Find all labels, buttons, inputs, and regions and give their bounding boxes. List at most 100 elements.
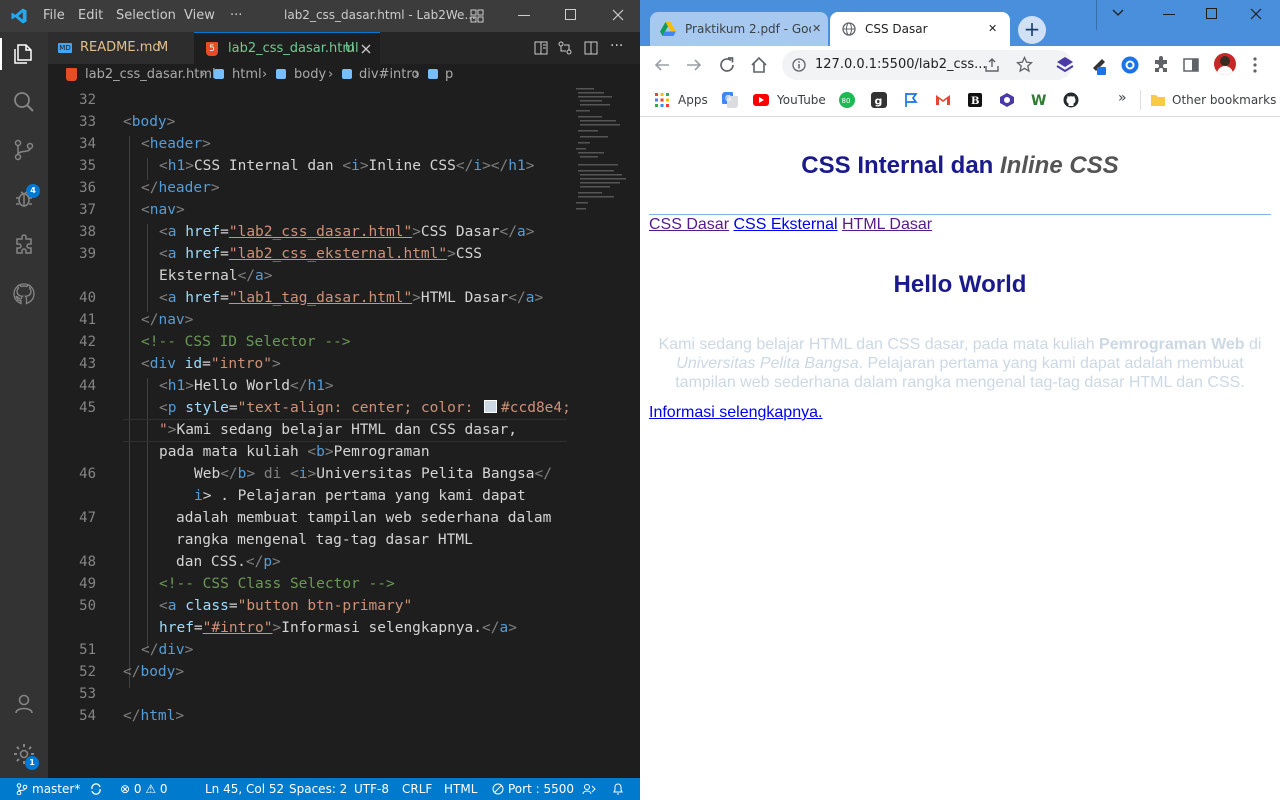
- problems-status[interactable]: ⊗ 0 ⚠ 0: [120, 778, 168, 800]
- minimize-icon[interactable]: [1163, 14, 1175, 16]
- code-editor[interactable]: 32 33 34 35 36 37 38 39 40 41 42 43 44 4…: [48, 86, 640, 778]
- indentation-status[interactable]: Spaces: 2: [289, 778, 347, 800]
- svg-text:g: g: [875, 95, 883, 108]
- nav-link-html-dasar[interactable]: HTML Dasar: [842, 216, 932, 233]
- more-actions-icon[interactable]: ···: [610, 38, 623, 54]
- hacker-icon[interactable]: [999, 92, 1015, 108]
- side-panel-icon[interactable]: [1183, 57, 1199, 73]
- tab-close-icon[interactable]: [361, 44, 371, 54]
- live-server-port-status[interactable]: Port : 5500: [508, 778, 574, 800]
- search-icon[interactable]: [12, 90, 36, 114]
- grammarly-g-icon[interactable]: g: [871, 92, 887, 108]
- tab-css-dasar[interactable]: CSS Dasar ✕: [830, 12, 1010, 46]
- layout-icon[interactable]: [470, 9, 484, 23]
- notion-icon[interactable]: B: [967, 92, 983, 108]
- vscode-titlebar: File Edit Selection View ··· lab2_css_da…: [0, 0, 640, 32]
- home-icon[interactable]: [750, 56, 768, 74]
- extensions-puzzle-icon[interactable]: [1152, 56, 1170, 74]
- close-icon[interactable]: [612, 9, 624, 21]
- split-editor-icon[interactable]: [584, 41, 598, 55]
- breadcrumb-div-intro[interactable]: div#intro: [359, 64, 419, 86]
- breadcrumb-file[interactable]: lab2_css_dasar.html: [85, 64, 216, 86]
- bookmark-star-icon[interactable]: [1016, 56, 1033, 73]
- menu-view[interactable]: View: [184, 8, 215, 23]
- google-drive-icon: [660, 22, 676, 36]
- notifications-bell-icon[interactable]: [612, 782, 624, 796]
- eol-status[interactable]: CRLF: [402, 778, 432, 800]
- google-translate-icon[interactable]: G: [722, 92, 738, 108]
- svg-text:W: W: [1031, 93, 1046, 108]
- extensions-icon[interactable]: [12, 234, 36, 258]
- compare-changes-icon[interactable]: [558, 41, 572, 55]
- code-line: adalah membuat tampilan web sederhana da…: [176, 510, 552, 526]
- tab-close-icon[interactable]: ✕: [812, 12, 821, 46]
- bookmarks-overflow-chevron[interactable]: »: [1118, 90, 1127, 106]
- gmail-icon[interactable]: [935, 92, 951, 108]
- flag-icon[interactable]: [903, 92, 919, 108]
- live-share-icon[interactable]: [582, 783, 596, 795]
- html5-icon: [66, 68, 77, 81]
- w-logo-icon[interactable]: W: [1031, 92, 1047, 108]
- port-circle-slash-icon: [492, 783, 504, 795]
- extension-layers-icon[interactable]: [1056, 56, 1074, 74]
- new-tab-button[interactable]: +: [1018, 16, 1046, 44]
- minimap[interactable]: [574, 86, 634, 216]
- line-number: 52: [79, 664, 96, 680]
- address-bar[interactable]: 127.0.0.1:5500/lab2_css...: [782, 50, 1072, 80]
- breadcrumb-p[interactable]: p: [445, 64, 453, 86]
- sync-icon[interactable]: [90, 783, 102, 795]
- tab-search-chevron-icon[interactable]: [1112, 8, 1124, 18]
- nav-link-css-eksternal[interactable]: CSS Eksternal: [733, 216, 837, 233]
- explorer-icon[interactable]: [12, 42, 36, 66]
- encoding-status[interactable]: UTF-8: [354, 778, 389, 800]
- bookmark-other[interactable]: Other bookmarks: [1172, 92, 1276, 108]
- cursor-position-status[interactable]: Ln 45, Col 52: [205, 778, 284, 800]
- kebab-menu-icon[interactable]: [1253, 57, 1257, 73]
- maximize-icon[interactable]: [565, 9, 577, 21]
- extension-edge-icon[interactable]: [1120, 55, 1140, 75]
- settings-badge: 1: [25, 756, 39, 770]
- run-debug-icon[interactable]: [12, 186, 36, 210]
- tab-lab2-css-dasar[interactable]: 5 lab2_css_dasar.html U: [194, 32, 380, 65]
- line-number: 32: [79, 92, 96, 108]
- git-branch-status[interactable]: master*: [32, 778, 80, 800]
- share-icon[interactable]: [984, 57, 1000, 73]
- forward-arrow-icon[interactable]: [686, 57, 702, 73]
- breadcrumb-body[interactable]: body: [294, 64, 326, 86]
- breadcrumb-html[interactable]: html: [232, 64, 262, 86]
- page-heading-text: CSS Internal dan: [801, 152, 1000, 179]
- menu-file[interactable]: File: [43, 8, 65, 23]
- line-number: 35: [79, 158, 96, 174]
- more-info-link[interactable]: Informasi selengkapnya.: [649, 404, 822, 422]
- open-preview-icon[interactable]: [534, 41, 548, 55]
- profile-avatar[interactable]: [1214, 53, 1236, 75]
- chrome-window: Praktikum 2.pdf - Goo ✕ CSS Dasar ✕ + 12…: [640, 0, 1280, 800]
- tab-praktikum-pdf[interactable]: Praktikum 2.pdf - Goo ✕: [650, 12, 828, 46]
- menu-selection[interactable]: Selection: [116, 8, 176, 23]
- folder-icon[interactable]: [1150, 92, 1166, 108]
- reload-icon[interactable]: [718, 56, 736, 74]
- close-icon[interactable]: [1250, 8, 1262, 20]
- back-arrow-icon[interactable]: [654, 57, 670, 73]
- bookmark-apps[interactable]: Apps: [678, 92, 708, 108]
- minimize-icon[interactable]: [518, 15, 530, 17]
- youtube-icon[interactable]: [753, 92, 769, 108]
- menu-edit[interactable]: Edit: [78, 8, 103, 23]
- tab-close-icon[interactable]: ✕: [988, 12, 997, 46]
- github-icon[interactable]: [12, 282, 36, 306]
- accounts-icon[interactable]: [12, 692, 36, 716]
- nav-link-css-dasar[interactable]: CSS Dasar: [649, 216, 729, 233]
- apps-grid-icon[interactable]: [654, 92, 670, 108]
- extension-colorpicker-icon[interactable]: [1090, 54, 1110, 76]
- site-info-icon[interactable]: [792, 58, 806, 72]
- maximize-icon[interactable]: [1206, 8, 1218, 20]
- score-badge-icon[interactable]: 80: [839, 92, 855, 108]
- color-swatch[interactable]: [484, 400, 498, 413]
- github-icon[interactable]: [1063, 92, 1079, 108]
- tab-readme[interactable]: MD README.md M: [48, 32, 194, 64]
- bookmark-youtube[interactable]: YouTube: [777, 92, 826, 108]
- language-mode-status[interactable]: HTML: [444, 778, 477, 800]
- menu-more[interactable]: ···: [230, 8, 242, 23]
- source-control-icon[interactable]: [12, 138, 36, 162]
- code-line: rangka mengenal tag-tag dasar HTML: [176, 532, 473, 548]
